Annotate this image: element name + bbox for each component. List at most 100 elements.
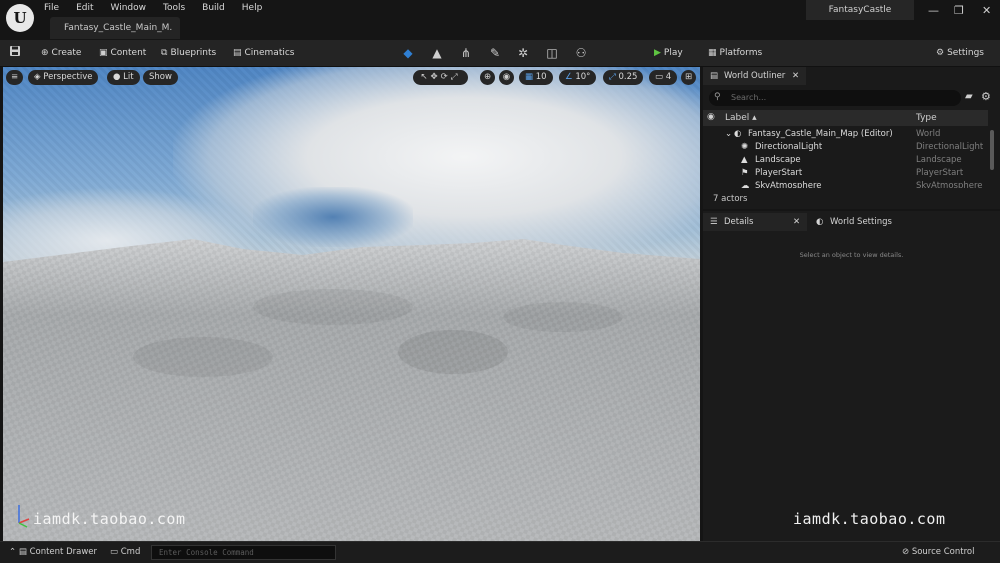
project-name: FantasyCastle xyxy=(806,0,914,20)
close-window-button[interactable]: ✕ xyxy=(982,4,991,17)
cinematics-icon: ▤ xyxy=(233,48,242,58)
content-button[interactable]: ▣ Content xyxy=(99,40,146,67)
outliner-search-input[interactable]: Search... xyxy=(709,90,961,106)
lit-button[interactable]: ● Lit xyxy=(107,70,140,85)
mesh-paint-mode-icon[interactable]: ✎ xyxy=(487,45,503,61)
close-tab-icon[interactable]: ✕ xyxy=(792,67,799,85)
row-type: World xyxy=(916,129,941,139)
console-command-input[interactable]: Enter Console Command xyxy=(151,545,336,560)
row-label: DirectionalLight xyxy=(755,142,823,152)
foliage-mode-icon[interactable]: ⋔ xyxy=(458,45,474,61)
outliner-column-header: ◉ Label ▴ Type xyxy=(703,110,988,126)
menu-help[interactable]: Help xyxy=(242,2,263,14)
landscape-icon: ▲ xyxy=(741,155,748,165)
details-panel: ☰ Details ✕ ◐ World Settings Select an o… xyxy=(703,211,1000,541)
rotation-snap-button[interactable]: ∠ 10° xyxy=(559,70,597,85)
actor-count: 7 actors xyxy=(713,194,748,204)
outliner-row-landscape[interactable]: ▲ Landscape Landscape xyxy=(703,154,989,167)
perspective-button[interactable]: ◈ Perspective xyxy=(28,70,99,85)
rotation-snap-icon: ∠ xyxy=(565,72,576,82)
content-drawer-button[interactable]: ⌃ ▤ Content Drawer xyxy=(9,542,97,563)
world-settings-tab-label: World Settings xyxy=(830,217,892,227)
source-control-button[interactable]: ⊘ Source Control xyxy=(902,542,974,563)
watermark-left: iamdk.taobao.com xyxy=(33,510,186,528)
cmd-button[interactable]: ▭ Cmd xyxy=(110,542,140,563)
settings-label: Settings xyxy=(947,48,984,58)
outliner-row-directional-light[interactable]: ✺ DirectionalLight DirectionalLight xyxy=(703,141,989,154)
lit-label: Lit xyxy=(123,72,134,82)
outliner-row-world[interactable]: ⌄ ◐ Fantasy_Castle_Main_Map (Editor) Wor… xyxy=(703,128,989,141)
player-start-icon: ⚑ xyxy=(741,168,749,178)
expand-arrow-icon[interactable]: ⌄ xyxy=(725,128,732,141)
row-type: PlayerStart xyxy=(916,168,964,178)
modeling-mode-icon[interactable]: ✲ xyxy=(515,45,531,61)
cinematics-button[interactable]: ▤ Cinematics xyxy=(233,40,295,67)
minimize-button[interactable]: — xyxy=(928,4,939,17)
world-outliner-tab[interactable]: ▤ World Outliner ✕ xyxy=(703,67,806,85)
visibility-eye-icon[interactable]: ◉ xyxy=(707,112,715,122)
grid-snap-icon: ▦ xyxy=(525,72,536,82)
menu-tools[interactable]: Tools xyxy=(163,2,185,14)
row-label: Landscape xyxy=(755,155,801,165)
restore-button[interactable]: ❐ xyxy=(954,4,964,17)
show-button[interactable]: Show xyxy=(143,70,178,85)
outliner-row-player-start[interactable]: ⚑ PlayerStart PlayerStart xyxy=(703,167,989,180)
create-button[interactable]: ⊕ Create xyxy=(41,40,81,67)
animation-mode-icon[interactable]: ⚇ xyxy=(573,45,589,61)
details-tab-label: Details xyxy=(724,217,754,227)
level-tab[interactable]: Fantasy_Castle_Main_M. xyxy=(50,17,180,39)
play-button[interactable]: ▶ Play xyxy=(654,40,683,67)
details-tab[interactable]: ☰ Details ✕ xyxy=(703,213,807,231)
content-icon: ▣ xyxy=(99,48,108,58)
outliner-icon: ▤ xyxy=(710,71,719,81)
content-drawer-icon: ▤ xyxy=(18,547,30,557)
perspective-icon: ◈ xyxy=(34,72,44,82)
light-icon: ✺ xyxy=(741,142,749,152)
settings-button[interactable]: ⚙ Settings xyxy=(936,40,984,67)
grid-snap-button[interactable]: ▦ 10 xyxy=(519,70,553,85)
save-icon[interactable] xyxy=(9,40,21,67)
details-empty-message: Select an object to view details. xyxy=(799,251,904,259)
surface-snap-icon[interactable]: ◉ xyxy=(499,70,514,85)
platforms-button[interactable]: ▦ Platforms xyxy=(708,40,762,67)
scale-snap-icon: ⤢ xyxy=(609,72,619,82)
lit-icon: ● xyxy=(113,72,124,82)
world-space-icon[interactable]: ⊕ xyxy=(480,70,495,85)
row-label: Fantasy_Castle_Main_Map (Editor) xyxy=(748,129,893,139)
camera-speed-button[interactable]: ▭ 4 xyxy=(649,70,678,85)
row-label: PlayerStart xyxy=(755,168,803,178)
unreal-logo-icon[interactable]: U xyxy=(6,4,34,32)
source-control-label: Source Control xyxy=(911,547,975,557)
menu-edit[interactable]: Edit xyxy=(76,2,93,14)
blueprints-button[interactable]: ⧉ Blueprints xyxy=(161,40,216,67)
level-viewport[interactable]: ≡ ◈ Perspective ● Lit Show ↖✥⟳⤢ ⊕ ◉ ▦ 10… xyxy=(3,67,700,541)
menu-bar: File Edit Window Tools Build Help xyxy=(44,2,279,14)
camera-icon: ▭ xyxy=(655,72,666,82)
type-column-header[interactable]: Type xyxy=(916,113,937,123)
create-icon: ⊕ xyxy=(41,48,49,58)
label-column-header[interactable]: Label ▴ xyxy=(725,113,757,123)
close-tab-icon[interactable]: ✕ xyxy=(793,213,800,231)
camera-speed-value: 4 xyxy=(665,72,672,82)
add-folder-icon[interactable]: ▰ xyxy=(965,91,973,102)
landscape-mode-icon[interactable]: ▲ xyxy=(429,45,445,61)
main-toolbar: ⊕ Create ▣ Content ⧉ Blueprints ▤ Cinematics… xyxy=(0,40,1000,67)
maximize-viewport-icon[interactable]: ⊞ xyxy=(681,70,696,85)
outliner-scrollbar[interactable] xyxy=(990,130,994,170)
outliner-row-sky-atmosphere[interactable]: ☁ SkyAtmosphere SkyAtmosphere xyxy=(703,180,989,188)
details-icon: ☰ xyxy=(710,217,718,227)
menu-build[interactable]: Build xyxy=(202,2,225,14)
fracture-mode-icon[interactable]: ◫ xyxy=(544,45,560,61)
gear-icon: ⚙ xyxy=(936,48,945,58)
menu-file[interactable]: File xyxy=(44,2,59,14)
viewport-menu-button[interactable]: ≡ xyxy=(6,70,23,85)
outliner-settings-icon[interactable]: ⚙ xyxy=(981,90,991,103)
transform-tools[interactable]: ↖✥⟳⤢ xyxy=(413,70,468,85)
source-control-icon: ⊘ xyxy=(902,547,912,557)
menu-window[interactable]: Window xyxy=(111,2,147,14)
search-icon: ⚲ xyxy=(714,92,721,102)
select-mode-icon[interactable]: ◆ xyxy=(400,45,416,61)
scale-snap-button[interactable]: ⤢ 0.25 xyxy=(603,70,644,85)
world-settings-tab[interactable]: ◐ World Settings xyxy=(809,213,929,231)
world-outliner-panel: ▤ World Outliner ✕ Search... ⚲ ▰ ⚙ ◉ Lab… xyxy=(703,67,1000,209)
